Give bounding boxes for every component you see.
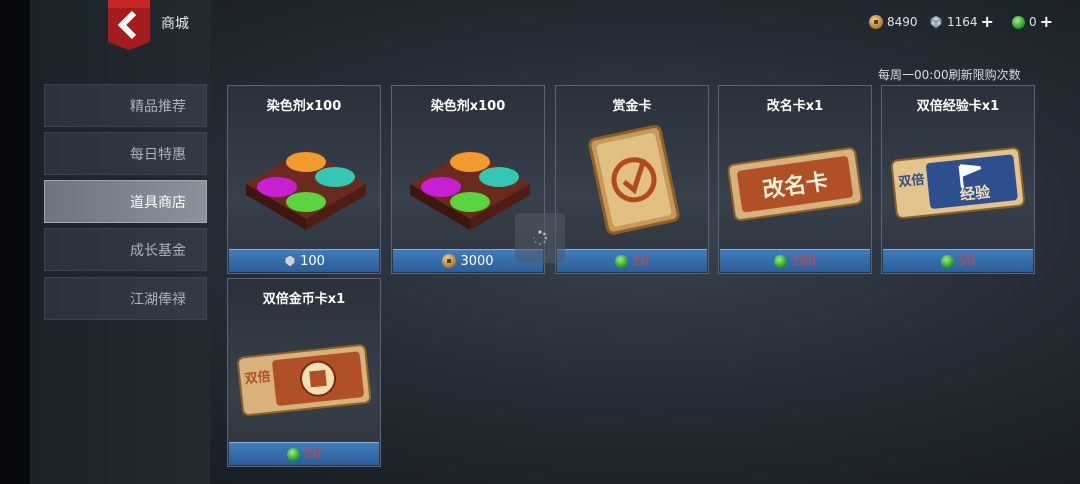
item-title: 改名卡x1 — [766, 99, 824, 114]
price-bar: 180 — [720, 249, 870, 272]
back-button[interactable] — [108, 0, 150, 50]
svg-text:双倍: 双倍 — [898, 172, 926, 191]
page-title: 商城 — [161, 16, 189, 32]
sidebar-item-growth-fund[interactable]: 成长基金 — [44, 228, 207, 271]
item-title: 染色剂x100 — [430, 99, 506, 114]
svg-text:经验: 经验 — [959, 183, 992, 204]
item-title: 赏金卡 — [612, 99, 652, 114]
item-price: 10 — [632, 253, 649, 269]
sidebar-item-label: 精品推荐 — [130, 98, 186, 115]
item-price: 3000 — [460, 253, 494, 269]
copper-coin-icon — [869, 15, 883, 29]
item-price: 100 — [300, 253, 325, 269]
sidebar-item-item-shop[interactable]: 道具商店 — [44, 180, 207, 223]
price-bar: 50 — [229, 442, 379, 465]
shop-item-card[interactable]: 改名卡x1 改名卡 180 — [718, 85, 872, 274]
double-coin-card-icon: 双倍 — [237, 344, 372, 417]
silver-gem-icon — [284, 254, 296, 268]
shop-item-card[interactable]: 赏金卡 10 — [555, 85, 709, 274]
jade-icon — [287, 447, 301, 461]
jade-icon — [774, 254, 788, 268]
silver-gem-icon — [930, 15, 942, 29]
rename-card-icon: 改名卡 — [727, 147, 863, 221]
left-edge-strip — [0, 0, 30, 484]
price-bar: 10 — [557, 249, 707, 272]
shop-item-card[interactable]: 双倍金币卡x1 双倍 50 — [227, 278, 381, 467]
item-price: 50 — [958, 253, 975, 269]
silver-gem-balance: 1164 + — [929, 14, 994, 30]
copper-coin-icon — [442, 254, 457, 268]
dye-box-icon — [246, 149, 366, 230]
item-price: 180 — [791, 253, 816, 269]
sidebar-item-label: 道具商店 — [130, 194, 186, 211]
jade-icon — [1012, 15, 1025, 29]
spinner-icon — [533, 230, 548, 246]
double-exp-card-icon: 双倍 经验 — [890, 147, 1025, 220]
jade-icon — [941, 254, 955, 268]
item-title: 双倍经验卡x1 — [916, 99, 1000, 114]
item-title: 双倍金币卡x1 — [262, 292, 346, 307]
jade-icon — [615, 254, 629, 268]
sidebar-item-label: 成长基金 — [130, 242, 186, 259]
sidebar-item-daily-deals[interactable]: 每日特惠 — [44, 132, 207, 175]
silver-gem-value: 1164 — [947, 15, 978, 29]
back-arrow-icon — [108, 0, 150, 50]
copper-coin-value: 8490 — [887, 15, 918, 29]
sidebar-item-label: 江湖俸禄 — [130, 291, 186, 308]
price-bar: 100 — [229, 249, 379, 272]
loading-spinner — [515, 213, 565, 263]
item-title: 染色剂x100 — [266, 99, 342, 114]
copper-coin-balance: 8490 — [869, 15, 918, 29]
shop-item-card[interactable]: 染色剂x100 100 — [227, 85, 381, 274]
jade-balance: 0 + — [1012, 14, 1053, 30]
shop-item-card[interactable]: 双倍经验卡x1 双倍 经验 50 — [881, 85, 1035, 274]
svg-text:双倍: 双倍 — [244, 369, 272, 388]
jade-value: 0 — [1029, 15, 1037, 29]
sidebar-item-label: 每日特惠 — [130, 146, 186, 163]
add-jade-button[interactable]: + — [1040, 14, 1053, 30]
add-silver-gem-button[interactable]: + — [981, 14, 994, 30]
bounty-card-icon — [588, 124, 680, 235]
refresh-notice: 每周一00:00刷新限购次数 — [878, 68, 1021, 82]
item-price: 50 — [304, 446, 321, 462]
sidebar-item-recommended[interactable]: 精品推荐 — [44, 84, 207, 127]
price-bar: 50 — [883, 249, 1033, 272]
sidebar-item-salary[interactable]: 江湖俸禄 — [44, 277, 207, 320]
